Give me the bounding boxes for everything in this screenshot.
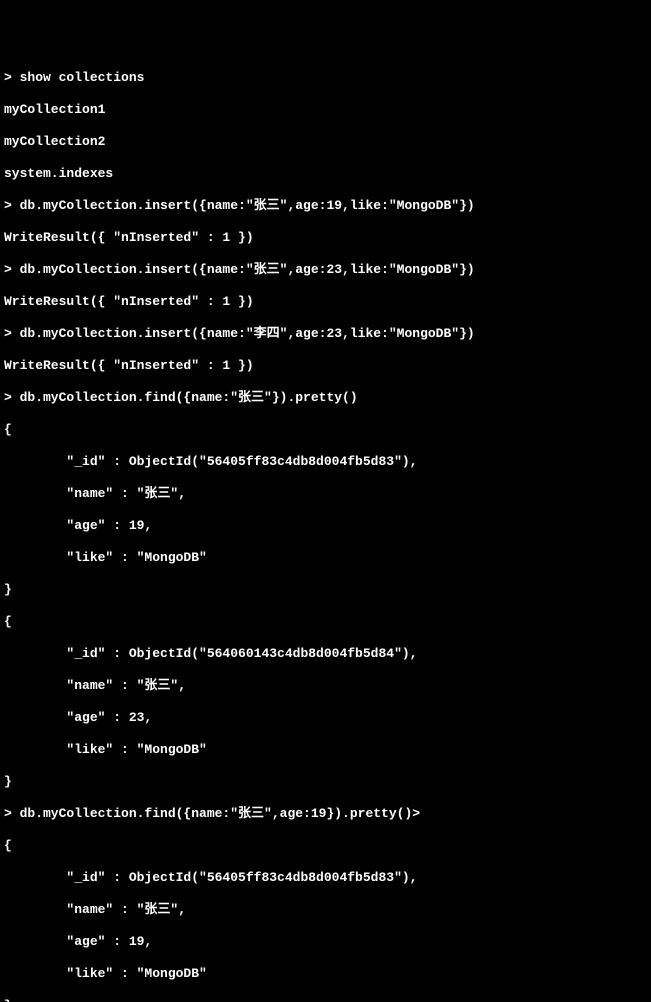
command-line: > db.myCollection.insert({name:"张三",age:… [4,198,647,214]
output-line: "name" : "张三", [4,902,647,918]
output-line: } [4,774,647,790]
output-line: "like" : "MongoDB" [4,966,647,982]
command-line: > db.myCollection.insert({name:"李四",age:… [4,326,647,342]
output-line: "_id" : ObjectId("56405ff83c4db8d004fb5d… [4,454,647,470]
command-line: > db.myCollection.insert({name:"张三",age:… [4,262,647,278]
output-line: myCollection1 [4,102,647,118]
output-line: WriteResult({ "nInserted" : 1 }) [4,294,647,310]
output-line: "name" : "张三", [4,486,647,502]
command-line: > show collections [4,70,647,86]
output-line: system.indexes [4,166,647,182]
output-line: "_id" : ObjectId("56405ff83c4db8d004fb5d… [4,870,647,886]
output-line: } [4,582,647,598]
output-line: "_id" : ObjectId("564060143c4db8d004fb5d… [4,646,647,662]
output-line: "age" : 19, [4,518,647,534]
output-line: { [4,838,647,854]
output-line: "like" : "MongoDB" [4,550,647,566]
output-line: WriteResult({ "nInserted" : 1 }) [4,358,647,374]
output-line: WriteResult({ "nInserted" : 1 }) [4,230,647,246]
output-line: myCollection2 [4,134,647,150]
output-line: "name" : "张三", [4,678,647,694]
output-line: { [4,422,647,438]
command-line: > db.myCollection.find({name:"张三",age:19… [4,806,647,822]
output-line: "like" : "MongoDB" [4,742,647,758]
output-line: { [4,614,647,630]
output-line: } [4,998,647,1002]
output-line: "age" : 23, [4,710,647,726]
output-line: "age" : 19, [4,934,647,950]
command-line: > db.myCollection.find({name:"张三"}).pret… [4,390,647,406]
